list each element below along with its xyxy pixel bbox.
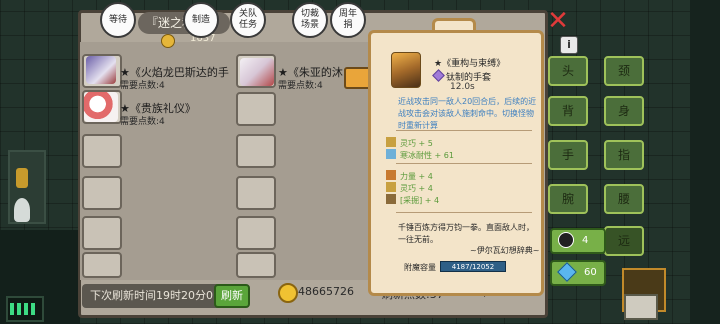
empty-slot[interactable] xyxy=(82,252,122,278)
equip-slot-head[interactable]: 头 xyxy=(548,56,588,86)
tooltip-author: ~伊尔瓦幻想辞典~ xyxy=(470,246,540,255)
team-task-button[interactable]: 关队 任务 xyxy=(230,2,266,38)
empty-slot[interactable] xyxy=(236,134,276,168)
empty-slot[interactable] xyxy=(236,252,276,278)
equip-slot-wrist[interactable]: 腕 xyxy=(548,184,588,214)
party-counter[interactable]: 4 xyxy=(550,228,606,254)
plant-icon xyxy=(16,168,28,188)
anniversary-button[interactable]: 周年 捐 xyxy=(330,2,366,38)
tooltip-cooldown: 12.0s xyxy=(450,82,475,92)
stat-icon xyxy=(386,170,396,180)
switch-scene-button[interactable]: 切裁 场景 xyxy=(292,2,328,38)
empty-slot[interactable] xyxy=(236,176,276,210)
gold-coin-icon xyxy=(278,283,298,303)
divider xyxy=(396,212,532,213)
gem-counter[interactable]: 60 xyxy=(550,260,606,286)
equip-slot-body[interactable]: 身 xyxy=(604,96,644,126)
zhuya-item-icon xyxy=(240,58,274,86)
stat-icon xyxy=(386,182,396,192)
tooltip-stat: 寒冰耐性 + 61 xyxy=(400,151,454,160)
stat-icon xyxy=(386,137,396,147)
gold-amount: 48665726 xyxy=(298,285,354,298)
equip-slot-back[interactable]: 背 xyxy=(548,96,588,126)
refresh-button[interactable]: 刷新 xyxy=(214,284,250,308)
empty-slot[interactable] xyxy=(236,92,276,126)
empty-slot[interactable] xyxy=(82,134,122,168)
empty-slot[interactable] xyxy=(82,176,122,210)
tooltip-description: 近战攻击同一敌人20回合后，后续的近战攻击会对该敌人施刺命中。切换怪物时重新计算 xyxy=(398,97,537,130)
divider xyxy=(396,130,532,131)
equip-slot-ranged[interactable]: 远 xyxy=(604,226,644,256)
noble-etiquette-icon xyxy=(84,92,118,122)
dragon-gauntlet-icon xyxy=(86,56,116,84)
equip-slot-waist[interactable]: 腰 xyxy=(604,184,644,214)
capacity-label: 附魔容量 xyxy=(404,263,436,272)
coin-icon xyxy=(161,34,175,48)
lamp-icon xyxy=(14,198,30,222)
divider xyxy=(396,163,532,164)
tooltip-stat: 灵巧 + 5 xyxy=(400,139,433,148)
close-icon[interactable]: ✕ xyxy=(546,8,570,34)
empty-slot[interactable] xyxy=(236,216,276,250)
equip-slot-hand[interactable]: 手 xyxy=(548,140,588,170)
tooltip-quote: 千锤百炼方得万钧一拳。直面敌人时，一往无前。 xyxy=(398,223,534,244)
gauntlet-icon xyxy=(391,52,421,88)
stat-icon xyxy=(386,194,396,204)
right-wall xyxy=(690,0,720,324)
tooltip-stat: [采掘] + 4 xyxy=(400,196,440,205)
player-avatar-icon xyxy=(558,232,574,248)
stat-icon xyxy=(386,149,396,159)
capacity-bar: 4187/12052 xyxy=(440,261,506,272)
item-points: 需要点数:4 xyxy=(120,117,165,127)
tooltip-stat: 灵巧 + 4 xyxy=(400,184,433,193)
monitor-object xyxy=(624,294,658,320)
tooltip-stat: 力量 + 4 xyxy=(400,172,433,181)
gem-count: 60 xyxy=(584,267,597,278)
item-points: 需要点数:4 xyxy=(120,81,165,91)
item-points: 需要点数:4 xyxy=(278,81,323,91)
minimap-icon[interactable] xyxy=(6,296,44,322)
party-count: 4 xyxy=(582,235,589,246)
equip-slot-finger[interactable]: 指 xyxy=(604,140,644,170)
craft-button[interactable]: 制造 xyxy=(183,2,219,38)
equip-slot-neck[interactable]: 颈 xyxy=(604,56,644,86)
diamond-icon xyxy=(557,262,577,282)
empty-slot[interactable] xyxy=(82,216,122,250)
wait-button[interactable]: 等待 xyxy=(100,2,136,38)
tooltip-item-name: ★《重构与束缚》 xyxy=(434,59,506,69)
info-icon[interactable]: i xyxy=(560,36,578,54)
